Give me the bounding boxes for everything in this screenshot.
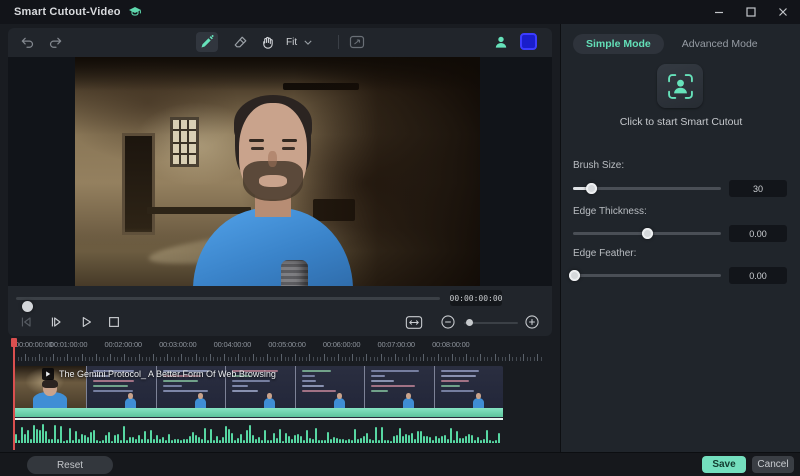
- edge-feather-slider[interactable]: [569, 269, 721, 281]
- webcam-figure: [264, 393, 276, 408]
- titlebar: Smart Cutout-Video: [0, 0, 800, 24]
- chevron-down-icon: [304, 40, 312, 45]
- preview-quality-button[interactable]: [346, 32, 368, 52]
- edge-thickness-slider[interactable]: [573, 227, 721, 239]
- timeline-zoom-handle[interactable]: [466, 319, 473, 326]
- stop-button[interactable]: [104, 312, 124, 332]
- bottom-bar: Reset Save Cancel: [0, 452, 800, 476]
- edge-thickness-handle[interactable]: [642, 227, 653, 239]
- webcam-figure: [194, 393, 206, 408]
- edge-thickness-value[interactable]: 0.00: [729, 225, 787, 242]
- ruler-label: 00:04:00:00: [213, 340, 252, 349]
- brush-size-value[interactable]: 30: [729, 180, 787, 197]
- mask-color-swatch[interactable]: [520, 33, 537, 50]
- subject-person: [193, 95, 353, 286]
- tab-advanced-mode[interactable]: Advanced Mode: [682, 38, 758, 50]
- ruler-label: 00:02:00:00: [104, 340, 142, 349]
- timeline[interactable]: 00:00:00:00 00:01:00:00 00:02:00:00 00:03:0…: [0, 338, 560, 452]
- ruler-label: 00:05:00:00: [268, 340, 306, 349]
- preview-workarea: Fit 00:00:00:00: [8, 28, 552, 336]
- ruler-label: 00:01:00:00: [49, 340, 88, 349]
- seek-row: 00:00:00:00: [8, 288, 552, 312]
- transport-controls: [8, 309, 552, 335]
- smart-brush-button[interactable]: [196, 32, 218, 52]
- brush-size-label: Brush Size:: [573, 160, 625, 171]
- tutorial-cap-icon[interactable]: [128, 6, 142, 18]
- zoom-fit-dropdown[interactable]: Fit: [280, 31, 326, 53]
- webcam-figure: [333, 393, 345, 408]
- microphone: [281, 260, 308, 286]
- brush-size-slider[interactable]: [573, 182, 721, 194]
- ruler-label: 00:07:00:00: [377, 340, 415, 349]
- zoom-out-button[interactable]: [438, 312, 458, 332]
- cancel-button[interactable]: Cancel: [752, 456, 794, 473]
- zoom-fit-value: Fit: [286, 36, 298, 48]
- video-preview[interactable]: [8, 57, 552, 286]
- redo-button[interactable]: [44, 32, 66, 52]
- clip-segment: [294, 366, 364, 408]
- clip-title-overlay: The Gemini Protocol_ A Better Form Of We…: [42, 368, 276, 380]
- seek-slider[interactable]: [16, 297, 440, 312]
- audio-waveform[interactable]: [15, 421, 503, 443]
- preview-toolbar: Fit: [8, 28, 552, 56]
- hand-tool-button[interactable]: [256, 32, 278, 52]
- timeline-zoom-slider[interactable]: [464, 319, 518, 326]
- webcam-figure: [472, 393, 484, 408]
- cutout-settings-panel: Simple Mode Advanced Mode Click to start…: [560, 24, 800, 452]
- play-badge-icon: [42, 368, 54, 380]
- start-smart-cutout-label: Click to start Smart Cutout: [619, 116, 743, 128]
- toolbar-separator: [338, 35, 339, 49]
- edge-feather-value[interactable]: 0.00: [729, 267, 787, 284]
- video-frame: [75, 57, 480, 286]
- fit-timeline-button[interactable]: [404, 312, 424, 332]
- portrait-preview-icon[interactable]: [490, 32, 512, 52]
- eraser-button[interactable]: [230, 32, 252, 52]
- previous-frame-button[interactable]: [16, 312, 36, 332]
- ruler-label: 00:06:00:00: [322, 340, 361, 349]
- ruler-label: 00:00:00:00: [15, 340, 53, 349]
- current-timecode: 00:00:00:00: [450, 290, 503, 306]
- playhead[interactable]: [11, 338, 17, 450]
- clip-segment: [364, 366, 434, 408]
- play-button[interactable]: [76, 312, 96, 332]
- smart-cutout-window: Smart Cutout-Video Fit 00:00:00:00 Simpl…: [0, 0, 800, 476]
- minimize-button[interactable]: [708, 2, 730, 22]
- edge-feather-handle[interactable]: [569, 269, 581, 281]
- audio-clip-header[interactable]: [15, 408, 503, 417]
- mode-tabs: Simple Mode Advanced Mode: [573, 34, 758, 54]
- reset-button[interactable]: Reset: [27, 456, 113, 474]
- close-button[interactable]: [772, 2, 794, 22]
- scene-ceiling: [75, 57, 480, 91]
- edge-feather-label: Edge Feather:: [573, 248, 637, 259]
- clip-segment: [433, 366, 503, 408]
- save-button[interactable]: Save: [702, 456, 746, 473]
- webcam-figure: [125, 393, 137, 408]
- undo-button[interactable]: [16, 32, 38, 52]
- window-title: Smart Cutout-Video: [14, 6, 121, 18]
- ruler-label: 00:03:00:00: [159, 340, 197, 349]
- start-smart-cutout-button[interactable]: [657, 64, 703, 108]
- scene-door: [122, 133, 155, 235]
- ruler-label: 00:08:00:00: [432, 340, 470, 349]
- timeline-ruler-ticks: [0, 352, 560, 362]
- brush-size-handle[interactable]: [585, 182, 597, 194]
- edge-thickness-label: Edge Thickness:: [573, 206, 647, 217]
- next-frame-button[interactable]: [46, 312, 66, 332]
- zoom-in-button[interactable]: [522, 312, 542, 332]
- audio-clip-divider: [15, 418, 503, 420]
- clip-title-text: The Gemini Protocol_ A Better Form Of We…: [59, 369, 276, 379]
- tab-simple-mode[interactable]: Simple Mode: [573, 34, 664, 54]
- window-controls: [708, 0, 794, 24]
- webcam-figure: [403, 393, 415, 408]
- maximize-button[interactable]: [740, 2, 762, 22]
